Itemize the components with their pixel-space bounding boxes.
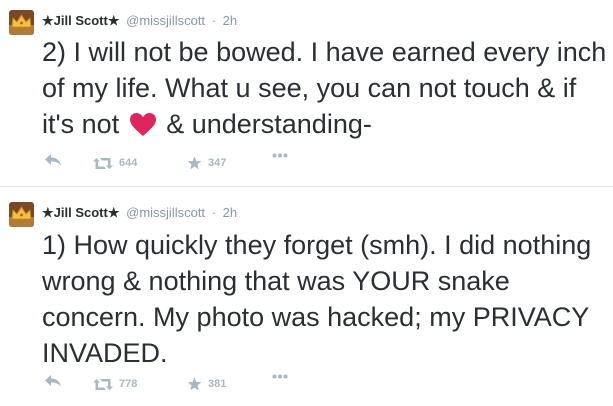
timestamp[interactable]: 2h bbox=[223, 205, 237, 220]
timestamp[interactable]: 2h bbox=[223, 13, 237, 28]
favorite-star-icon bbox=[187, 377, 202, 391]
more-button[interactable] bbox=[272, 374, 288, 379]
fullname[interactable]: ★Jill Scott★ bbox=[42, 205, 120, 220]
favorite-count: 381 bbox=[208, 378, 227, 390]
tweet-header: ★Jill Scott★ @missjillscott · 2h bbox=[42, 205, 237, 221]
retweet-button[interactable]: 644 bbox=[93, 153, 137, 173]
tweet[interactable]: ★Jill Scott★ @missjillscott · 2h 1) How … bbox=[0, 187, 613, 406]
reply-icon bbox=[44, 153, 62, 166]
tweet-text: 1) How quickly they forget (smh). I did … bbox=[42, 230, 592, 368]
more-button[interactable] bbox=[272, 153, 288, 158]
username[interactable]: @missjillscott bbox=[126, 13, 205, 28]
red-heart-icon bbox=[129, 112, 157, 137]
separator-dot: · bbox=[211, 13, 217, 28]
reply-button[interactable] bbox=[44, 374, 62, 387]
tweet-text: 2) I will not be bowed. I have earned ev… bbox=[42, 34, 607, 142]
separator-dot: · bbox=[211, 205, 217, 220]
reply-button[interactable] bbox=[44, 153, 62, 166]
retweet-button[interactable]: 778 bbox=[93, 374, 137, 394]
tweet-header: ★Jill Scott★ @missjillscott · 2h bbox=[42, 13, 237, 29]
reply-icon bbox=[44, 374, 62, 387]
fullname[interactable]: ★Jill Scott★ bbox=[42, 13, 120, 28]
username[interactable]: @missjillscott bbox=[126, 205, 205, 220]
avatar[interactable] bbox=[9, 202, 34, 227]
retweet-icon bbox=[93, 378, 113, 391]
more-dots-icon bbox=[272, 153, 288, 158]
favorite-count: 347 bbox=[208, 157, 227, 169]
retweet-icon bbox=[93, 157, 113, 170]
more-dots-icon bbox=[272, 374, 288, 379]
retweet-count: 778 bbox=[119, 378, 138, 390]
tweet[interactable]: ★Jill Scott★ @missjillscott · 2h 2) I wi… bbox=[0, 0, 613, 187]
tweet-text-part: & understanding- bbox=[158, 109, 372, 139]
retweet-count: 644 bbox=[119, 157, 138, 169]
avatar[interactable] bbox=[9, 10, 34, 35]
favorite-button[interactable]: 381 bbox=[187, 374, 226, 394]
favorite-star-icon bbox=[187, 156, 202, 170]
favorite-button[interactable]: 347 bbox=[187, 153, 226, 173]
